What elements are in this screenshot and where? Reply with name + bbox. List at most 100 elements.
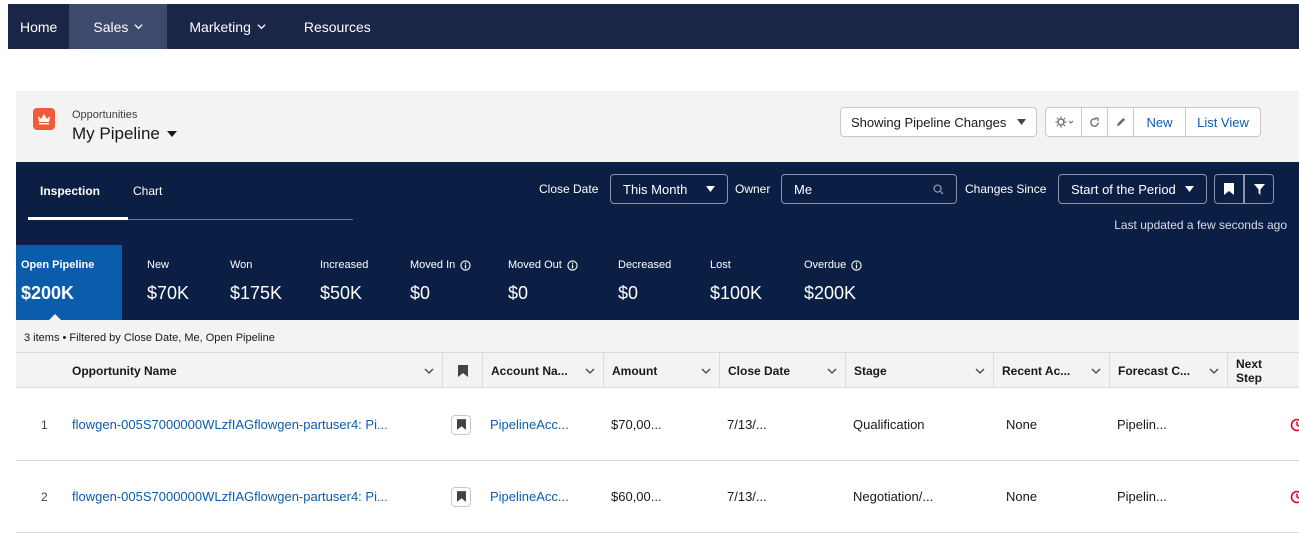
opportunity-name-link[interactable]: flowgen-005S7000000WLzfIAGflowgen-partus… (72, 389, 388, 460)
nav-item-sales[interactable]: Sales (69, 4, 167, 49)
refresh-button[interactable] (1082, 108, 1108, 136)
bookmark-filter-button[interactable] (1214, 174, 1244, 204)
chevron-down-icon[interactable] (827, 368, 837, 374)
row-number: 2 (41, 461, 48, 532)
metric-open-pipeline[interactable]: Open Pipeline $200K (16, 245, 122, 320)
metric-lost[interactable]: Lost $100K (704, 245, 784, 320)
forecast-category-cell: Pipelin... (1117, 389, 1167, 460)
new-button-label: New (1146, 115, 1172, 130)
caret-down-icon (706, 186, 715, 192)
list-view-selector[interactable]: My Pipeline (72, 124, 177, 144)
nav-item-resources[interactable]: Resources (280, 4, 385, 49)
opportunity-name-link[interactable]: flowgen-005S7000000WLzfIAGflowgen-partus… (72, 461, 388, 532)
info-icon[interactable] (460, 260, 471, 271)
forecast-category-cell: Pipelin... (1117, 461, 1167, 532)
changes-since-label: Changes Since (965, 182, 1046, 196)
column-header-account-name[interactable]: Account Na... (482, 353, 603, 388)
metric-value: $175K (230, 283, 282, 304)
column-header-close-date[interactable]: Close Date (719, 353, 845, 388)
next-step-cell (1290, 389, 1299, 460)
close-date-dropdown[interactable]: This Month (610, 174, 728, 204)
chevron-down-icon[interactable] (975, 368, 985, 374)
stage-cell: Qualification (853, 389, 925, 460)
edit-button[interactable] (1108, 108, 1134, 136)
metric-moved-in[interactable]: Moved In $0 (404, 245, 484, 320)
metric-won[interactable]: Won $175K (223, 245, 293, 320)
nav-label-home: Home (20, 19, 57, 35)
close-date-cell: 7/13/... (727, 461, 767, 532)
pipeline-inspection-panel: Inspection Chart Close Date This Month O… (16, 162, 1299, 320)
page-title: My Pipeline (72, 124, 160, 144)
tab-chart[interactable]: Chart (133, 184, 162, 198)
showing-button-label: Showing Pipeline Changes (851, 115, 1006, 130)
amount-cell: $70,00... (611, 389, 662, 460)
column-header-amount[interactable]: Amount (603, 353, 719, 388)
chevron-down-icon (257, 22, 266, 31)
bookmark-icon (457, 419, 466, 430)
filter-icon (1254, 184, 1265, 195)
chevron-down-icon[interactable] (1209, 368, 1219, 374)
metric-value: $0 (618, 283, 638, 304)
metric-label: Overdue (804, 259, 846, 271)
flag-button[interactable] (451, 487, 471, 507)
owner-search-input[interactable]: Me (781, 174, 957, 204)
crown-icon (33, 108, 55, 130)
table-header: Opportunity Name Account Na... Amount Cl… (16, 353, 1299, 388)
flag-cell (451, 461, 471, 532)
column-header-recent-activity[interactable]: Recent Ac... (993, 353, 1109, 388)
info-icon[interactable] (567, 260, 578, 271)
tab-inspection[interactable]: Inspection (40, 184, 100, 198)
metric-value: $0 (410, 283, 430, 304)
info-icon[interactable] (851, 260, 862, 271)
column-header-opportunity-name[interactable]: Opportunity Name (64, 353, 442, 388)
gear-icon (1055, 116, 1073, 128)
new-button[interactable]: New (1134, 108, 1186, 136)
amount-cell: $60,00... (611, 461, 662, 532)
list-view-button[interactable]: List View (1186, 108, 1260, 136)
clock-icon[interactable] (1290, 490, 1299, 504)
clock-icon[interactable] (1290, 418, 1299, 432)
chevron-down-icon[interactable] (424, 368, 434, 374)
last-updated-text: Last updated a few seconds ago (1114, 218, 1287, 232)
tab-inspection-label: Inspection (40, 184, 100, 198)
column-header-stage[interactable]: Stage (845, 353, 993, 388)
metric-value: $70K (147, 283, 189, 304)
showing-pipeline-changes-button[interactable]: Showing Pipeline Changes (840, 107, 1037, 137)
metric-label: Increased (320, 259, 368, 271)
column-header-next-step[interactable]: Next Step (1227, 353, 1299, 388)
stage-cell: Negotiation/... (853, 461, 933, 532)
bookmark-icon (458, 365, 468, 377)
metric-decreased[interactable]: Decreased $0 (612, 245, 692, 320)
caret-down-icon (167, 131, 177, 137)
close-date-value: This Month (623, 182, 687, 197)
metric-overdue[interactable]: Overdue $200K (798, 245, 888, 320)
metric-increased[interactable]: Increased $50K (313, 245, 393, 320)
flag-button[interactable] (451, 415, 471, 435)
nav-item-marketing[interactable]: Marketing (167, 4, 279, 49)
chevron-down-icon[interactable] (585, 368, 595, 374)
table-row[interactable]: 2 flowgen-005S7000000WLzfIAGflowgen-part… (16, 461, 1299, 533)
table-row[interactable]: 1 flowgen-005S7000000WLzfIAGflowgen-part… (16, 389, 1299, 461)
flag-cell (451, 389, 471, 460)
account-name-link[interactable]: PipelineAcc... (490, 389, 569, 460)
account-name-link[interactable]: PipelineAcc... (490, 461, 569, 532)
tab-chart-label: Chart (133, 184, 162, 198)
chevron-down-icon[interactable] (701, 368, 711, 374)
metric-label: Moved In (410, 259, 455, 271)
chevron-down-icon[interactable] (1091, 368, 1101, 374)
nav-item-home[interactable]: Home (8, 4, 69, 49)
column-header-forecast-category[interactable]: Forecast C... (1109, 353, 1227, 388)
changes-since-dropdown[interactable]: Start of the Period (1058, 174, 1207, 204)
column-label: Account Na... (491, 364, 568, 378)
metric-new[interactable]: New $70K (140, 245, 210, 320)
metric-label: Open Pipeline (21, 259, 94, 271)
filter-button[interactable] (1244, 174, 1274, 204)
close-date-cell: 7/13/... (727, 389, 767, 460)
chevron-down-icon (134, 22, 143, 31)
metric-label: Decreased (618, 259, 671, 271)
metric-moved-out[interactable]: Moved Out $0 (502, 245, 592, 320)
column-header-flag[interactable] (442, 353, 482, 388)
metric-label-row: Moved Out (508, 259, 578, 271)
settings-button[interactable] (1046, 108, 1082, 136)
bookmark-icon (1224, 183, 1234, 195)
